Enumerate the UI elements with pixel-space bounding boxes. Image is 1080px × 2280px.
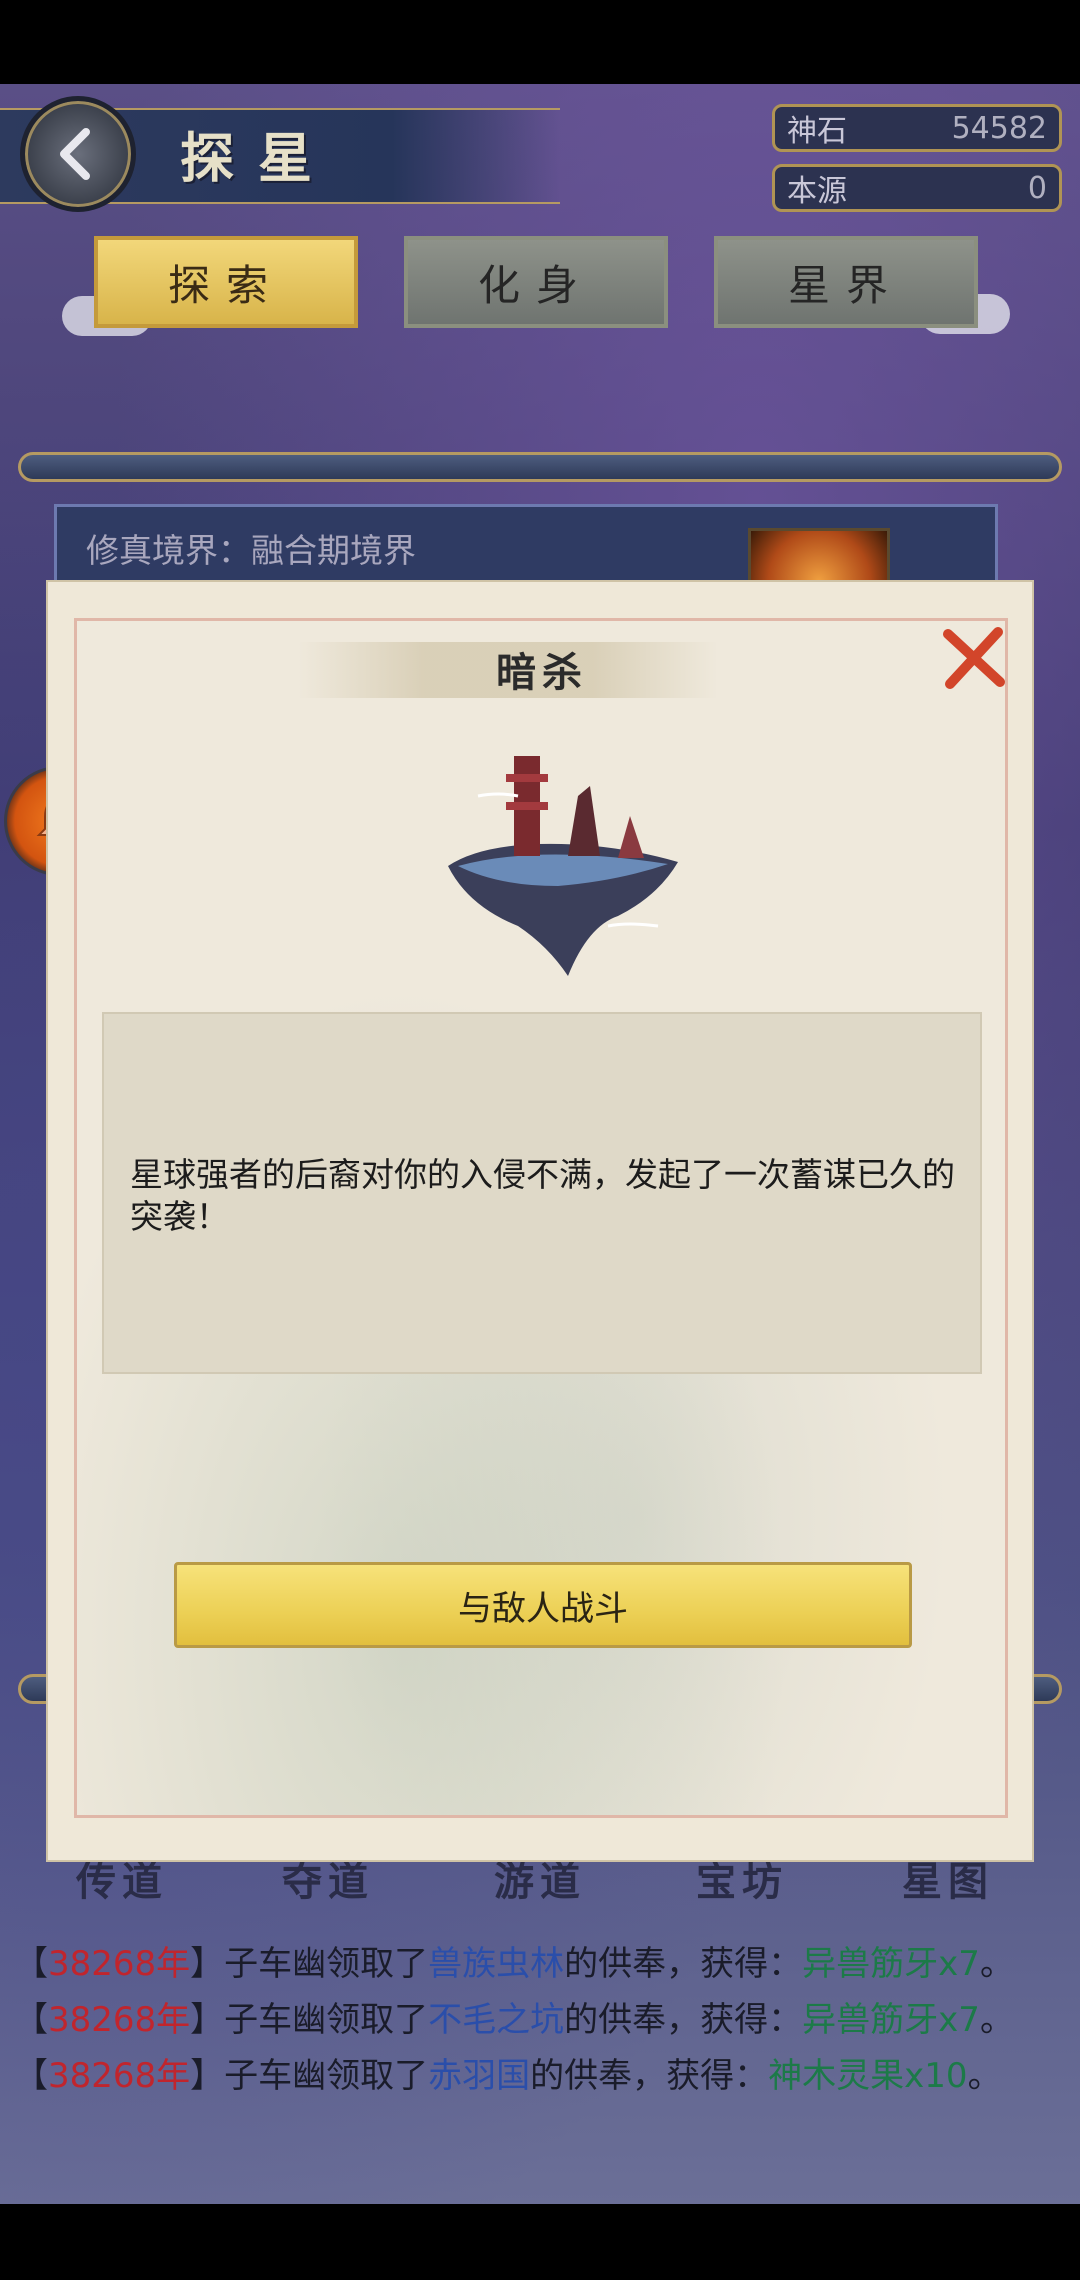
resource-value: 0 <box>1027 170 1047 206</box>
resource-benyuan: 本源 0 <box>772 164 1062 212</box>
realm-text: 修真境界：融合期境界 <box>86 531 416 570</box>
resource-label: 神石 <box>787 114 847 149</box>
close-button[interactable] <box>938 622 1010 694</box>
app-screen: 探星 神石 54582 本源 0 探索 化身 星界 修真境界：融合期境界 传道 … <box>0 84 1080 2204</box>
log-entry: 【38268年】子车幽领取了兽族虫林的供奉，获得：异兽筋牙x7。 <box>14 1944 1014 1984</box>
close-icon <box>943 627 1005 689</box>
modal-title: 暗杀 <box>496 649 588 696</box>
log-entry: 【38268年】子车幽领取了赤羽国的供奉，获得：神木灵果x10。 <box>14 2056 1002 2096</box>
fight-enemy-button[interactable]: 与敌人战斗 <box>174 1562 912 1648</box>
page-title: 探星 <box>180 126 336 190</box>
resource-value: 54582 <box>951 110 1047 146</box>
floating-island-image <box>448 756 678 976</box>
event-modal: 暗杀 星球强者的后裔对你的入侵不满，发起了一次蓄谋已久的突袭！ 与敌人战斗 <box>46 580 1034 1862</box>
system-nav-bar <box>0 2204 1080 2280</box>
resource-shenshi: 神石 54582 <box>772 104 1062 152</box>
event-description-box: 星球强者的后裔对你的入侵不满，发起了一次蓄谋已久的突袭！ <box>102 1012 982 1374</box>
event-description: 星球强者的后裔对你的入侵不满，发起了一次蓄谋已久的突袭！ <box>130 1155 955 1236</box>
resource-label: 本源 <box>787 174 847 209</box>
tab-explore[interactable]: 探索 <box>94 236 358 328</box>
back-arrow-icon <box>60 128 90 180</box>
event-log: 【38268年】子车幽领取了兽族虫林的供奉，获得：异兽筋牙x7。 【38268年… <box>0 1936 1080 2204</box>
log-entry: 【38268年】子车幽领取了不毛之坑的供奉，获得：异兽筋牙x7。 <box>14 2000 1014 2040</box>
scroll-rod-top <box>18 452 1062 482</box>
back-button[interactable] <box>20 96 136 212</box>
tab-star-realm[interactable]: 星界 <box>714 236 978 328</box>
tab-avatar[interactable]: 化身 <box>404 236 668 328</box>
